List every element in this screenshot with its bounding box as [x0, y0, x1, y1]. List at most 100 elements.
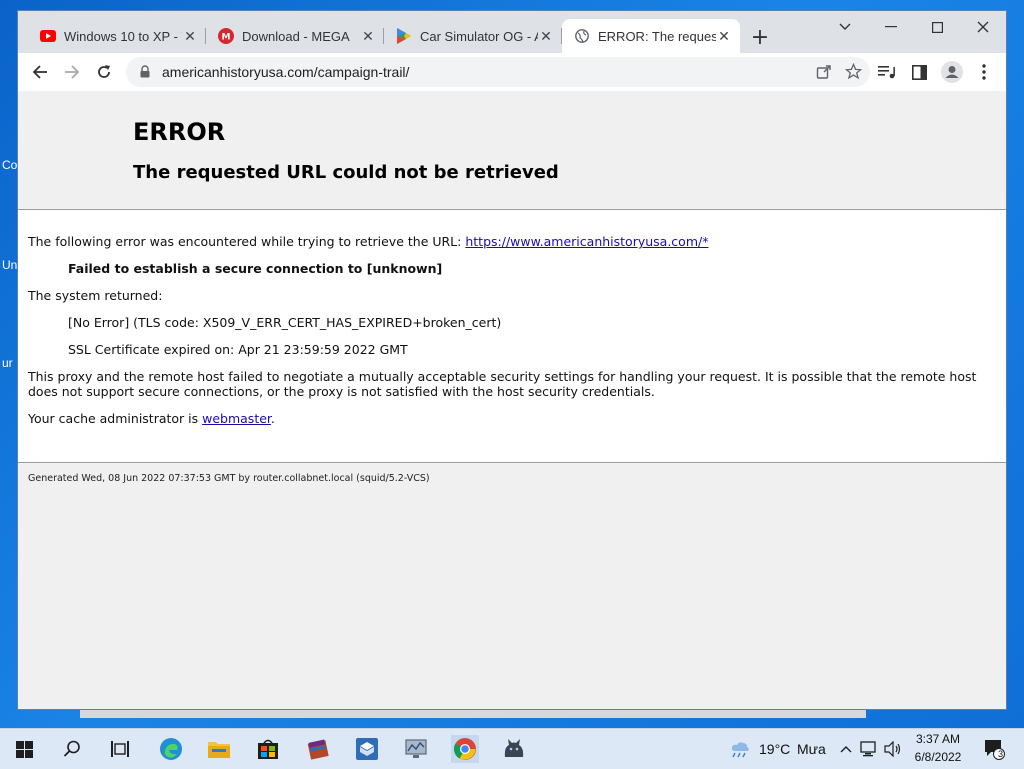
weather-icon[interactable]	[726, 735, 754, 763]
page-subtitle: The requested URL could not be retrieved	[133, 162, 559, 183]
media-control-button[interactable]	[873, 58, 901, 86]
close-icon[interactable]: ✕	[360, 28, 376, 45]
edge-button[interactable]	[157, 735, 185, 763]
playlist-icon	[878, 66, 895, 79]
store-icon	[258, 739, 278, 759]
browser-window: Windows 10 to XP - Y ✕ M Download - MEGA…	[17, 10, 1007, 710]
ssl-expiry-text: SSL Certificate expired on: Apr 21 23:59…	[68, 342, 408, 357]
cat-icon	[504, 739, 524, 757]
mega-icon: M	[218, 28, 234, 44]
globe-icon	[574, 28, 590, 44]
tab-car-simulator[interactable]: Car Simulator OG - A ✕	[384, 19, 562, 53]
close-icon[interactable]: ✕	[538, 28, 554, 45]
archive-app-button[interactable]	[304, 735, 332, 763]
clock-time[interactable]: 3:37 AM	[908, 732, 968, 746]
task-view-icon	[111, 741, 129, 757]
tab-youtube[interactable]: Windows 10 to XP - Y ✕	[28, 19, 206, 53]
network-icon[interactable]	[858, 735, 880, 763]
desktop-icon-label[interactable]: Un	[2, 258, 17, 272]
youtube-icon	[40, 28, 56, 44]
error-body: The following error was encountered whil…	[18, 210, 1006, 463]
search-icon	[63, 740, 80, 757]
weather-temperature[interactable]: 19°C	[759, 741, 790, 757]
side-panel-icon	[911, 64, 927, 80]
play-store-icon	[396, 28, 412, 44]
background-window-edge	[80, 710, 866, 718]
close-icon[interactable]: ✕	[716, 28, 732, 45]
windows-logo-icon	[15, 740, 33, 758]
task-view-button[interactable]	[106, 735, 134, 763]
share-icon[interactable]	[816, 64, 832, 84]
tab-title: ERROR: The requeste	[598, 28, 716, 44]
menu-button[interactable]	[970, 58, 998, 86]
chrome-button[interactable]	[451, 735, 479, 763]
maximize-icon	[931, 21, 943, 33]
archive-icon	[307, 739, 329, 760]
clock-date[interactable]: 6/8/2022	[908, 750, 968, 764]
store-button[interactable]	[254, 735, 282, 763]
admin-suffix: .	[270, 411, 275, 426]
tab-search-button[interactable]	[822, 11, 868, 43]
failed-message: Failed to establish a secure connection …	[68, 261, 443, 276]
search-button[interactable]	[58, 735, 86, 763]
forward-button[interactable]	[58, 58, 86, 86]
notification-center-button[interactable]: 3	[980, 735, 1008, 763]
tls-error-text: [No Error] (TLS code: X509_V_ERR_CERT_HA…	[68, 315, 502, 330]
error-header: ERROR The requested URL could not be ret…	[18, 91, 1006, 210]
desktop-icon-label[interactable]: ur	[2, 356, 13, 370]
tab-title: Download - MEGA	[242, 28, 350, 44]
volume-icon[interactable]	[882, 735, 904, 763]
file-explorer-button[interactable]	[205, 735, 233, 763]
admin-prefix: Your cache administrator is	[28, 411, 203, 426]
star-icon[interactable]	[844, 62, 863, 84]
browser-toolbar: americanhistoryusa.com/campaign-trail/	[18, 53, 1006, 92]
monitor-icon	[405, 739, 427, 758]
page-content: ERROR The requested URL could not be ret…	[18, 91, 1006, 709]
chevron-down-icon	[839, 23, 851, 30]
monitor-app-button[interactable]	[402, 735, 430, 763]
folder-icon	[208, 742, 230, 758]
cat-app-button[interactable]	[500, 735, 528, 763]
page-title: ERROR	[133, 118, 226, 146]
profile-button[interactable]	[938, 58, 966, 86]
new-tab-button[interactable]: +	[746, 25, 774, 53]
reload-icon	[98, 65, 110, 78]
maximize-button[interactable]	[914, 11, 960, 43]
close-icon[interactable]: ✕	[182, 28, 198, 45]
side-panel-button[interactable]	[905, 58, 933, 86]
close-window-button[interactable]	[960, 11, 1006, 43]
minimize-button[interactable]	[868, 11, 914, 43]
tab-title: Car Simulator OG - A	[420, 28, 538, 44]
back-button[interactable]	[26, 58, 54, 86]
close-icon	[977, 21, 989, 33]
tab-strip: Windows 10 to XP - Y ✕ M Download - MEGA…	[18, 11, 1006, 53]
tab-error-active[interactable]: ERROR: The requeste ✕	[562, 19, 740, 53]
desktop-icon-label[interactable]: Co	[2, 158, 17, 172]
generated-footer: Generated Wed, 08 Jun 2022 07:37:53 GMT …	[28, 473, 430, 484]
avatar-icon	[941, 61, 963, 83]
address-bar[interactable]: americanhistoryusa.com/campaign-trail/	[126, 57, 870, 87]
tab-title: Windows 10 to XP - Y	[64, 28, 182, 44]
intro-paragraph: The following error was encountered whil…	[28, 234, 708, 249]
requested-url-link[interactable]: https://www.americanhistoryusa.com/*	[465, 234, 708, 249]
minimize-icon	[885, 26, 897, 28]
forward-arrow-icon	[65, 65, 80, 79]
tab-mega[interactable]: M Download - MEGA ✕	[206, 19, 384, 53]
chevron-up-icon[interactable]	[836, 735, 856, 763]
svg-text:M: M	[222, 33, 231, 43]
start-button[interactable]	[10, 735, 38, 763]
kebab-menu-icon	[982, 64, 986, 80]
webmaster-link[interactable]: webmaster	[202, 411, 271, 426]
system-returned-text: The system returned:	[28, 288, 163, 303]
weather-condition[interactable]: Mưa	[797, 741, 826, 757]
chrome-icon	[454, 738, 476, 760]
reload-button[interactable]	[90, 58, 118, 86]
back-arrow-icon	[32, 65, 47, 79]
url-text[interactable]: americanhistoryusa.com/campaign-trail/	[162, 64, 409, 80]
virtualbox-button[interactable]	[353, 735, 381, 763]
edge-icon	[160, 738, 182, 760]
admin-paragraph: Your cache administrator is webmaster.	[28, 411, 275, 426]
lock-icon[interactable]	[140, 63, 152, 82]
taskbar: 19°C Mưa 3:37 AM 6/8/2022 3	[0, 728, 1024, 769]
intro-text: The following error was encountered whil…	[28, 234, 466, 249]
